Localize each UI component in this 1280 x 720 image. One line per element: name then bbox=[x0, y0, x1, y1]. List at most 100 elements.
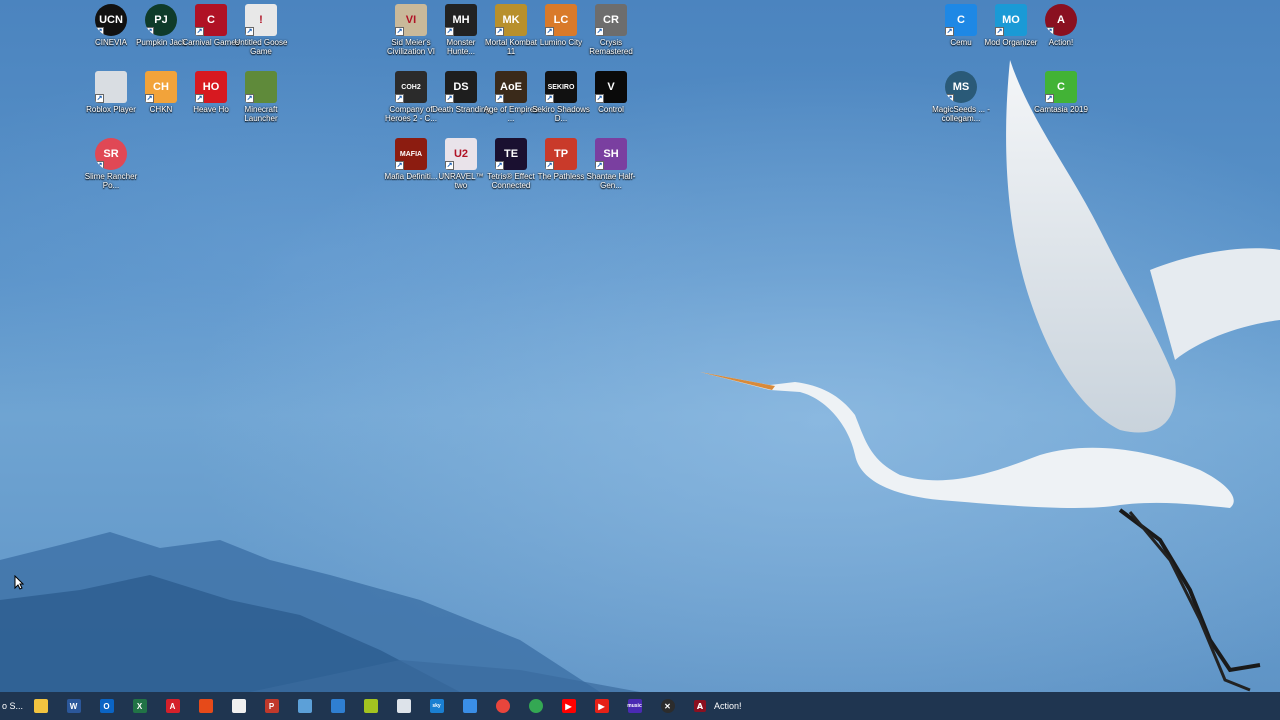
taskbar-phone-link-button[interactable] bbox=[453, 692, 486, 720]
desktop-icon-control[interactable]: V ↗ Control bbox=[582, 71, 640, 135]
crysis-remastered-icon: CR ↗ bbox=[595, 4, 627, 36]
shortcut-arrow-icon: ↗ bbox=[395, 94, 404, 103]
shortcut-arrow-icon: ↗ bbox=[545, 94, 554, 103]
mod-organizer-icon: MO ↗ bbox=[995, 4, 1027, 36]
outlook-icon: O bbox=[99, 699, 114, 713]
shortcut-arrow-icon: ↗ bbox=[245, 94, 254, 103]
icon-glyph: TE bbox=[503, 148, 519, 160]
app-blue-icon bbox=[297, 699, 312, 713]
taskbar-sky-button[interactable]: sky bbox=[420, 692, 453, 720]
chrome-2-icon bbox=[528, 699, 543, 713]
slime-rancher-icon: SR ↗ bbox=[95, 138, 127, 170]
icon-glyph: MH bbox=[452, 14, 470, 26]
taskbar-acrobat-button[interactable]: A bbox=[156, 692, 189, 720]
sekiro-icon: SEKIRO ↗ bbox=[545, 71, 577, 103]
cemu-icon: C ↗ bbox=[945, 4, 977, 36]
desktop-icon-label: Camtasia 2019 bbox=[1034, 105, 1088, 114]
taskbar-youtube-button[interactable]: ▶ bbox=[552, 692, 585, 720]
icon-glyph: HO bbox=[202, 81, 220, 93]
icon-glyph: CH bbox=[153, 81, 169, 93]
mouse-cursor-icon bbox=[14, 575, 24, 590]
monster-hunter-icon: MH ↗ bbox=[445, 4, 477, 36]
icon-glyph: C bbox=[1057, 81, 1065, 93]
icon-glyph: MAFIA bbox=[399, 150, 423, 158]
tetris-effect-icon: TE ↗ bbox=[495, 138, 527, 170]
taskbar-xbox-button[interactable]: ✕ bbox=[651, 692, 684, 720]
icon-glyph: MS bbox=[952, 81, 970, 93]
icon-glyph: AoE bbox=[500, 81, 522, 93]
desktop-icon-magicseeds[interactable]: MS ↗ MagicSeeds ... - collegam... bbox=[932, 71, 990, 135]
shortcut-arrow-icon: ↗ bbox=[445, 161, 454, 170]
unravel-two-icon: U2 ↗ bbox=[445, 138, 477, 170]
store-icon bbox=[231, 699, 246, 713]
desktop-icon-crysis-remastered[interactable]: CR ↗ Crysis Remastered bbox=[582, 4, 640, 68]
icon-glyph: SR bbox=[103, 148, 119, 160]
age-of-empires-icon: AoE ↗ bbox=[495, 71, 527, 103]
running-app-label: Action! bbox=[714, 701, 742, 711]
icon-glyph: MK bbox=[502, 14, 520, 26]
youtube-icon: ▶ bbox=[561, 699, 576, 713]
icon-glyph: V bbox=[607, 81, 615, 93]
desktop-icon-label: Crysis Remastered bbox=[589, 38, 633, 56]
app-white-icon bbox=[396, 699, 411, 713]
shortcut-arrow-icon: ↗ bbox=[95, 94, 104, 103]
camtasia-icon: C ↗ bbox=[1045, 71, 1077, 103]
file-explorer-icon bbox=[33, 699, 48, 713]
desktop-icon-label: Control bbox=[598, 105, 624, 114]
action-app-icon: A bbox=[694, 700, 706, 712]
taskbar-outlook-button[interactable]: O bbox=[90, 692, 123, 720]
taskbar-excel-button[interactable]: X bbox=[123, 692, 156, 720]
acrobat-icon: A bbox=[165, 699, 180, 713]
icon-glyph: CR bbox=[603, 14, 619, 26]
shortcut-arrow-icon: ↗ bbox=[995, 27, 1004, 36]
taskbar-office-button[interactable] bbox=[189, 692, 222, 720]
word-icon: W bbox=[66, 699, 81, 713]
taskbar-app-green-yellow-button[interactable] bbox=[354, 692, 387, 720]
taskbar-chrome-2-button[interactable] bbox=[519, 692, 552, 720]
desktop-icon-minecraft-launcher[interactable]: ↗ Minecraft Launcher bbox=[232, 71, 290, 135]
icon-glyph: ! bbox=[259, 14, 263, 26]
icon-glyph: PJ bbox=[154, 14, 168, 26]
taskbar-mail-button[interactable] bbox=[321, 692, 354, 720]
shortcut-arrow-icon: ↗ bbox=[395, 161, 404, 170]
icon-glyph: DS bbox=[453, 81, 469, 93]
amazon-music-icon: music bbox=[627, 699, 642, 713]
untitled-goose-game-icon: ! ↗ bbox=[245, 4, 277, 36]
taskbar-app-blue-button[interactable] bbox=[288, 692, 321, 720]
icon-glyph: SH bbox=[603, 148, 619, 160]
taskbar-file-explorer-button[interactable] bbox=[24, 692, 57, 720]
app-green-yellow-icon bbox=[363, 699, 378, 713]
taskbar-search-box[interactable]: o S... bbox=[2, 701, 24, 711]
mortal-kombat-11-icon: MK ↗ bbox=[495, 4, 527, 36]
shortcut-arrow-icon: ↗ bbox=[145, 27, 154, 36]
taskbar-amazon-music-button[interactable]: music bbox=[618, 692, 651, 720]
shortcut-arrow-icon: ↗ bbox=[195, 27, 204, 36]
desktop-icon-camtasia[interactable]: C ↗ Camtasia 2019 bbox=[1032, 71, 1090, 135]
taskbar-app-red-blue-button[interactable]: P bbox=[255, 692, 288, 720]
youtube-2-icon: ▶ bbox=[594, 699, 609, 713]
shortcut-arrow-icon: ↗ bbox=[445, 94, 454, 103]
xbox-icon: ✕ bbox=[660, 699, 675, 713]
shortcut-arrow-icon: ↗ bbox=[595, 27, 604, 36]
taskbar-app-white-button[interactable] bbox=[387, 692, 420, 720]
desktop-icon-action[interactable]: A ↗ Action! bbox=[1032, 4, 1090, 68]
icon-glyph: UCN bbox=[99, 14, 123, 26]
icon-glyph: VI bbox=[405, 14, 417, 26]
mafia-icon: MAFIA ↗ bbox=[395, 138, 427, 170]
minecraft-launcher-icon: ↗ bbox=[245, 71, 277, 103]
desktop-icon-untitled-goose-game[interactable]: ! ↗ Untitled Goose Game bbox=[232, 4, 290, 68]
taskbar-store-button[interactable] bbox=[222, 692, 255, 720]
shortcut-arrow-icon: ↗ bbox=[595, 94, 604, 103]
icon-glyph: COH2 bbox=[401, 83, 421, 91]
taskbar-youtube-2-button[interactable]: ▶ bbox=[585, 692, 618, 720]
shortcut-arrow-icon: ↗ bbox=[545, 161, 554, 170]
desktop-icon-shantae[interactable]: SH ↗ Shantae Half-Gen... bbox=[582, 138, 640, 202]
icon-glyph: MO bbox=[1002, 14, 1020, 26]
taskbar-running-app-action[interactable]: A Action! bbox=[686, 692, 750, 720]
shortcut-arrow-icon: ↗ bbox=[145, 94, 154, 103]
cinevia-icon: UCN ↗ bbox=[95, 4, 127, 36]
taskbar-word-button[interactable]: W bbox=[57, 692, 90, 720]
desktop-icon-slime-rancher[interactable]: SR ↗ Slime Rancher Po... bbox=[82, 138, 140, 202]
desktop-icon-label: Untitled Goose Game bbox=[234, 38, 288, 56]
taskbar-chrome-button[interactable] bbox=[486, 692, 519, 720]
